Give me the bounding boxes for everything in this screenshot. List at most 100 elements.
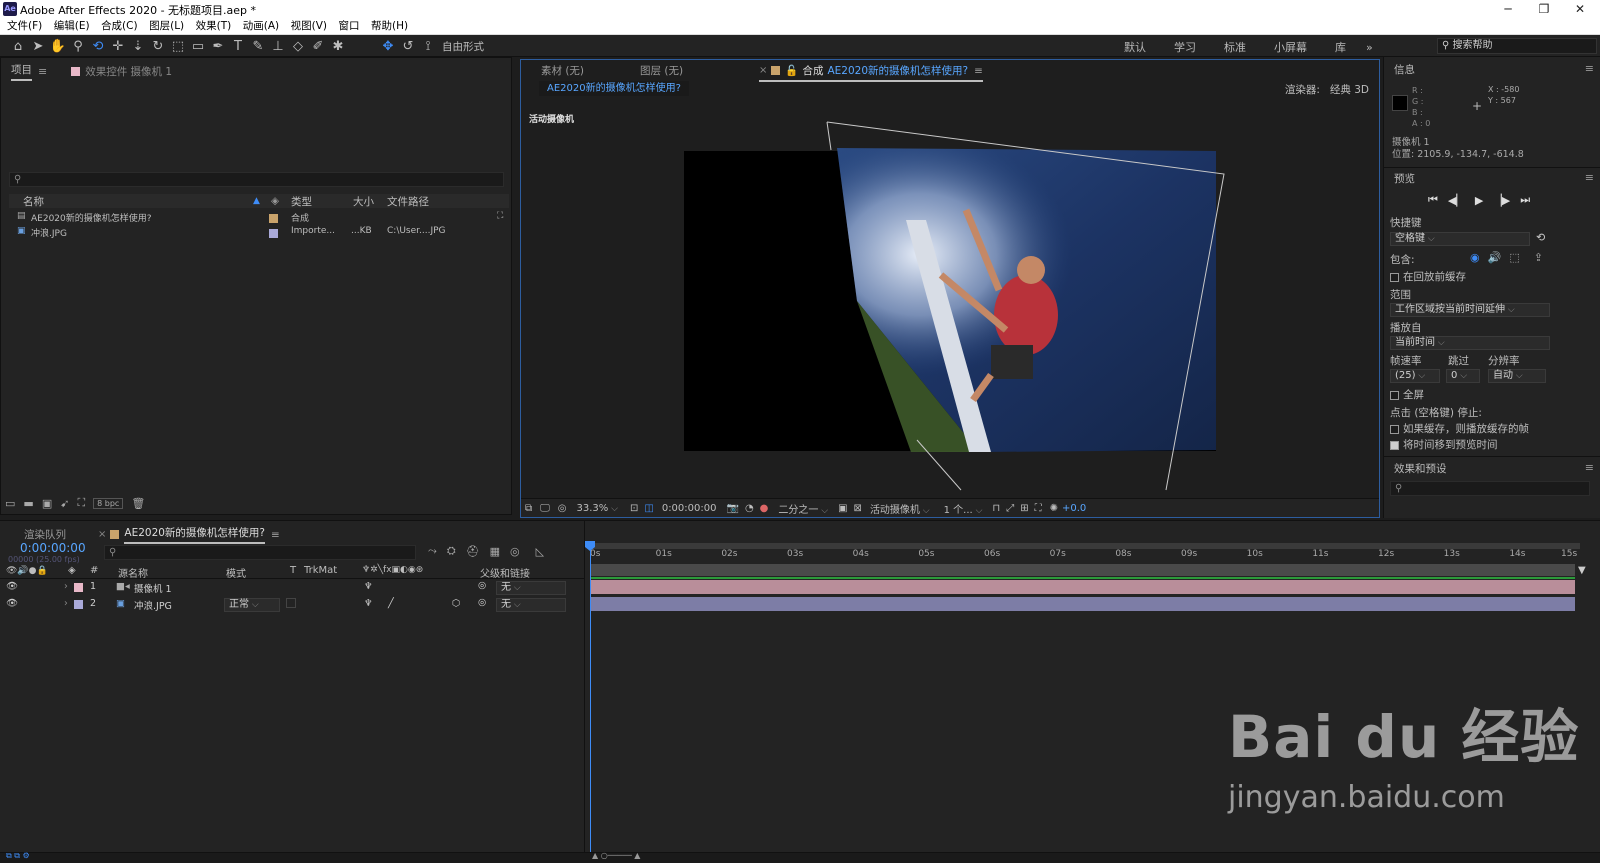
- new-composition-icon[interactable]: ▣: [42, 497, 52, 510]
- play-from-dropdown[interactable]: 当前时间: [1390, 336, 1550, 350]
- menu-composition[interactable]: 合成(C): [101, 20, 138, 32]
- layer-row-image[interactable]: 👁 › 2 ▣ 冲浪.JPG 正常 ♆ ╱ ⬡ ◎ 无: [0, 597, 584, 613]
- comp-viewport[interactable]: [521, 60, 1379, 500]
- project-search-input[interactable]: ⚲: [9, 172, 504, 187]
- move-time-checkbox[interactable]: [1390, 440, 1399, 450]
- layer-name[interactable]: 冲浪.JPG: [134, 598, 172, 612]
- layer-search-input[interactable]: ⚲: [104, 545, 416, 560]
- blend-mode-dropdown[interactable]: 正常: [224, 598, 280, 612]
- tab-render-queue[interactable]: 渲染队列: [24, 527, 66, 542]
- resolution-dropdown[interactable]: 自动: [1488, 369, 1546, 383]
- playhead-line[interactable]: [590, 543, 591, 853]
- pan-behind-tool-icon[interactable]: ⬚: [168, 36, 188, 56]
- layer-label-swatch[interactable]: [74, 583, 83, 592]
- maximize-icon[interactable]: ❐: [1526, 0, 1562, 18]
- shy-switch-icon[interactable]: ♆: [364, 581, 373, 592]
- local-axis-icon[interactable]: ✥: [378, 36, 398, 56]
- draft-3d-icon[interactable]: ⛭: [447, 544, 456, 558]
- col-source-name[interactable]: 源名称: [118, 565, 148, 580]
- menu-edit[interactable]: 编辑(E): [54, 20, 90, 32]
- monitor-icon[interactable]: 🖵: [540, 503, 550, 514]
- play-cached-option[interactable]: 如果缓存，则播放缓存的帧: [1390, 421, 1529, 436]
- flowchart-icon[interactable]: ⛶: [497, 211, 503, 221]
- export-icon[interactable]: ⇪: [1534, 251, 1543, 264]
- pickwhip-icon[interactable]: ◎: [478, 597, 486, 608]
- close-icon[interactable]: ✕: [1562, 0, 1598, 18]
- zoom-tool-icon[interactable]: ⚲: [68, 36, 88, 56]
- work-area-range[interactable]: [590, 564, 1575, 576]
- dolly-camera-tool-icon[interactable]: ⇣: [128, 36, 148, 56]
- motion-blur-icon[interactable]: ◎: [510, 545, 520, 558]
- reset-icon[interactable]: ⟲: [1536, 231, 1545, 244]
- workspace-default[interactable]: 默认: [1124, 39, 1146, 55]
- search-help-input[interactable]: ⚲ 搜索帮助: [1437, 38, 1597, 54]
- minimize-icon[interactable]: ─: [1490, 0, 1526, 18]
- type-tool-icon[interactable]: T: [228, 36, 248, 56]
- tab-timeline-comp[interactable]: AE2020新的摄像机怎样使用?: [124, 525, 266, 544]
- orbit-camera-tool-icon[interactable]: ⟲: [88, 36, 108, 56]
- parent-dropdown[interactable]: 无: [496, 598, 566, 612]
- menu-window[interactable]: 窗口: [339, 20, 360, 32]
- time-ruler[interactable]: 0s 01s 02s 03s 04s 05s 06s 07s 08s 09s 10s 11s 12s 13…: [590, 549, 1580, 563]
- resolution-dropdown[interactable]: 二分之一: [778, 501, 828, 516]
- pan-camera-tool-icon[interactable]: ✛: [108, 36, 128, 56]
- layer-name[interactable]: 摄像机 1: [134, 581, 172, 595]
- vr-icon[interactable]: ◎: [558, 503, 567, 514]
- render-queue-icon[interactable]: ➹: [60, 497, 69, 510]
- exposure-reset-icon[interactable]: ✺: [1050, 503, 1058, 514]
- layer-label-swatch[interactable]: [74, 600, 83, 609]
- fit-icon[interactable]: ⊡: [630, 503, 638, 514]
- move-time-option[interactable]: 将时间移到预览时间: [1390, 437, 1498, 452]
- include-video-icon[interactable]: ◉: [1470, 251, 1480, 264]
- puppet-tool-icon[interactable]: ✱: [328, 36, 348, 56]
- panel-menu-icon[interactable]: ≡: [38, 65, 47, 78]
- layer-row-camera[interactable]: 👁 › 1 ■◂ 摄像机 1 ♆ ◎ 无: [0, 580, 584, 596]
- safe-margins-icon[interactable]: ◫: [644, 503, 653, 514]
- brush-tool-icon[interactable]: ✎: [248, 36, 268, 56]
- bpc-button[interactable]: 8 bpc: [93, 497, 124, 509]
- transparency-grid-icon[interactable]: ⊠: [854, 503, 862, 514]
- trkmat-box[interactable]: [286, 598, 296, 608]
- roto-brush-tool-icon[interactable]: ✐: [308, 36, 328, 56]
- skip-dropdown[interactable]: 0: [1446, 369, 1480, 383]
- menu-effect[interactable]: 效果(T): [196, 20, 232, 32]
- timeline-timecode[interactable]: 0:00:00:00: [20, 541, 86, 555]
- effects-search-input[interactable]: ⚲: [1390, 481, 1590, 496]
- play-cached-checkbox[interactable]: [1390, 424, 1399, 434]
- workspace-learn[interactable]: 学习: [1174, 39, 1196, 55]
- views-count-dropdown[interactable]: 1 个...: [944, 501, 983, 516]
- rotation-tool-icon[interactable]: ↻: [148, 36, 168, 56]
- status-icons[interactable]: ⧉ ⧉ ⚙: [6, 851, 30, 861]
- fast-previews-icon[interactable]: ⤢: [1006, 503, 1014, 514]
- cache-option[interactable]: 在回放前缓存: [1390, 269, 1466, 284]
- pen-tool-icon[interactable]: ✒: [208, 36, 228, 56]
- graph-editor-icon[interactable]: ◺: [536, 545, 544, 558]
- parent-dropdown[interactable]: 无: [496, 581, 566, 595]
- always-preview-icon[interactable]: ⧉: [525, 503, 532, 514]
- view-axis-icon[interactable]: ⟟: [418, 36, 438, 56]
- workspace-libraries[interactable]: 库: [1335, 39, 1346, 55]
- exposure-value[interactable]: +0.0: [1062, 503, 1086, 514]
- rectangle-tool-icon[interactable]: ▭: [188, 36, 208, 56]
- info-menu-icon[interactable]: ≡: [1585, 62, 1594, 75]
- col-type[interactable]: 类型: [291, 194, 312, 209]
- eraser-tool-icon[interactable]: ◇: [288, 36, 308, 56]
- quality-switch-icon[interactable]: ╱: [388, 598, 394, 609]
- fullscreen-option[interactable]: 全屏: [1390, 387, 1424, 402]
- toggle-pixel-aspect-icon[interactable]: ⊓: [992, 503, 1000, 514]
- menu-view[interactable]: 视图(V): [291, 20, 327, 32]
- view-dropdown[interactable]: 活动摄像机: [870, 501, 930, 516]
- preview-panel-title[interactable]: 预览: [1394, 171, 1415, 187]
- world-axis-icon[interactable]: ↺: [398, 36, 418, 56]
- home-icon[interactable]: ⌂: [8, 36, 28, 56]
- menu-animation[interactable]: 动画(A): [243, 20, 279, 32]
- project-item-comp[interactable]: ▤ AE2020新的摄像机怎样使用? 合成 ⛶: [15, 211, 509, 227]
- previous-frame-icon[interactable]: ◀▏: [1448, 194, 1465, 207]
- fullscreen-checkbox[interactable]: [1390, 390, 1399, 400]
- shortcut-dropdown[interactable]: 空格键: [1390, 232, 1530, 246]
- channel-icon[interactable]: ●: [760, 503, 769, 514]
- include-overlays-icon[interactable]: ⬚: [1509, 251, 1519, 264]
- workspace-more-button[interactable]: »: [1366, 41, 1373, 54]
- shy-layers-icon[interactable]: ⛑: [466, 545, 480, 558]
- tab-effect-controls[interactable]: 效果控件 摄像机 1: [85, 64, 172, 79]
